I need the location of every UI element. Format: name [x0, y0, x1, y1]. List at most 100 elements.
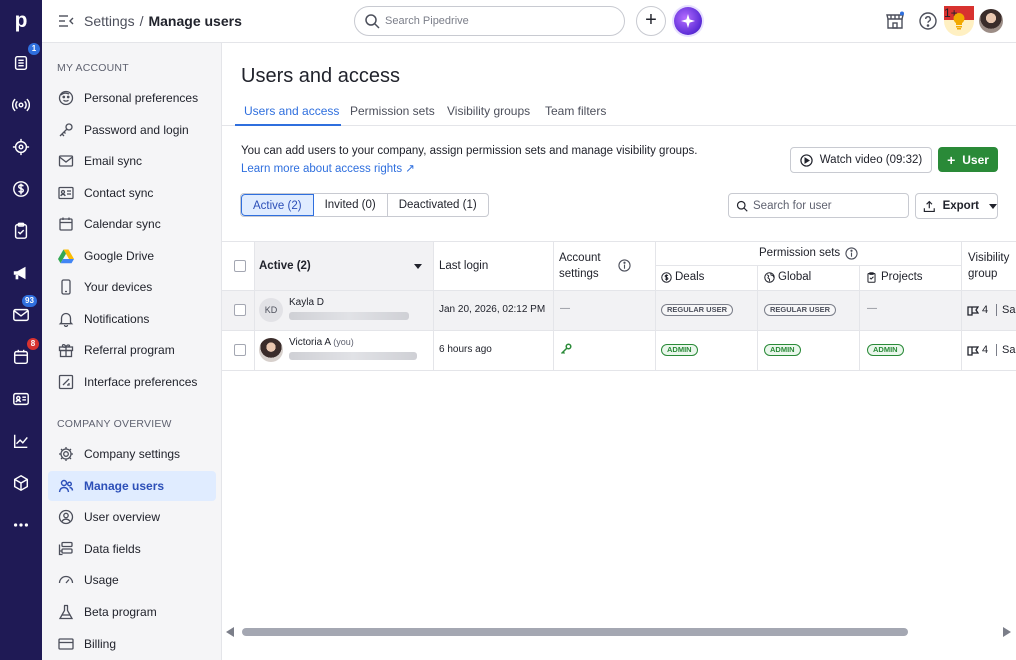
gift-icon [58, 343, 74, 358]
mail-badge: 93 [22, 295, 37, 307]
calendar-icon[interactable] [11, 347, 31, 367]
contacts-card-icon[interactable] [11, 389, 31, 409]
col-header-active[interactable]: Active (2) [259, 260, 311, 272]
permission-badge-projects: ADMIN [867, 344, 904, 356]
sidebar-item-password-and-login[interactable]: Password and login [48, 115, 216, 145]
scroll-left-arrow-icon[interactable] [226, 627, 234, 637]
sidebar-item-company-settings[interactable]: Company settings [48, 439, 216, 469]
watch-video-button[interactable]: Watch video (09:32) [790, 147, 932, 173]
account-settings-empty: — [560, 303, 570, 314]
quick-add-button[interactable]: + [636, 6, 666, 36]
sidebar-item-calendar-sync[interactable]: Calendar sync [48, 209, 216, 239]
visibility-level: 4 [982, 304, 989, 316]
credit-card-icon [58, 638, 74, 650]
scroll-right-arrow-icon[interactable] [1003, 627, 1011, 637]
col-header-last-login[interactable]: Last login [439, 260, 488, 272]
products-box-icon[interactable] [11, 473, 31, 493]
scrollbar-thumb[interactable] [242, 628, 908, 636]
activity-radar-icon[interactable] [11, 95, 31, 115]
search-placeholder: Search Pipedrive [385, 15, 469, 27]
leads-inbox-icon[interactable] [11, 53, 31, 73]
user-name-cell[interactable]: Victoria A (you) [289, 337, 354, 348]
face-icon [58, 90, 74, 106]
sidebar-item-label: Company settings [84, 447, 181, 461]
gear-icon [59, 447, 73, 461]
sidebar-item-beta-program[interactable]: Beta program [48, 597, 216, 627]
user-name: Victoria A [289, 337, 331, 348]
info-icon[interactable] [845, 247, 858, 260]
redacted-email [289, 352, 417, 360]
col-header-visibility-line2: group [968, 268, 998, 280]
sidebar-item-label: Notifications [84, 312, 150, 326]
bell-icon [58, 312, 74, 327]
info-icon[interactable] [618, 259, 631, 272]
company-overview-heading: COMPANY OVERVIEW [57, 418, 172, 430]
calendar-icon [59, 217, 73, 231]
sidebar-item-contact-sync[interactable]: Contact sync [48, 178, 216, 208]
row-checkbox[interactable] [234, 344, 246, 356]
key-icon [59, 123, 73, 137]
sidebar-item-referral-program[interactable]: Referral program [48, 335, 216, 365]
watch-video-label: Watch video (09:32) [819, 154, 923, 166]
marketplace-store-icon[interactable] [885, 11, 905, 31]
sidebar-item-manage-users[interactable]: Manage users [48, 471, 216, 501]
sidebar-item-billing[interactable]: Billing [48, 629, 216, 659]
sidebar-item-label: Contact sync [84, 186, 154, 200]
sidebar-item-label: Interface preferences [84, 375, 198, 389]
select-all-checkbox[interactable] [234, 260, 246, 272]
sort-dropdown-icon[interactable] [414, 264, 422, 269]
user-circle-icon [58, 509, 74, 525]
sidebar-item-personal-preferences[interactable]: Personal preferences [48, 83, 216, 113]
chevron-down-icon [989, 203, 997, 209]
sidebar-item-data-fields[interactable]: Data fields [48, 534, 216, 564]
tab-team-filters[interactable]: Team filters [545, 104, 606, 118]
sidebar-item-user-overview[interactable]: User overview [48, 502, 216, 532]
tab-users-and-access[interactable]: Users and access [244, 104, 339, 118]
play-icon [800, 153, 813, 167]
pipedrive-logo[interactable]: p [0, 6, 42, 36]
sidebar-item-your-devices[interactable]: Your devices [48, 272, 216, 302]
ai-assistant-button[interactable] [674, 7, 702, 35]
deals-dollar-icon[interactable] [11, 179, 31, 199]
visibility-group-name: Sa [1002, 344, 1016, 356]
sidebar-item-label: Calendar sync [84, 217, 161, 231]
sidebar-item-interface-preferences[interactable]: Interface preferences [48, 367, 216, 397]
sidebar-item-usage[interactable]: Usage [48, 565, 216, 595]
export-button[interactable]: Export [915, 193, 998, 219]
user-search-input[interactable]: Search for user [728, 193, 909, 218]
help-icon[interactable] [918, 11, 938, 31]
more-icon[interactable] [11, 515, 31, 535]
contact-card-icon [58, 186, 74, 200]
campaigns-megaphone-icon[interactable] [11, 263, 31, 283]
add-user-button[interactable]: + User [938, 147, 998, 172]
breadcrumb-settings[interactable]: Settings [84, 13, 135, 29]
filter-deactivated[interactable]: Deactivated (1) [388, 194, 488, 216]
tasks-clipboard-icon[interactable] [11, 221, 31, 241]
horizontal-scrollbar[interactable] [222, 620, 1016, 644]
collapse-menu-icon[interactable] [58, 13, 74, 29]
sidebar-item-google-drive[interactable]: Google Drive [48, 241, 216, 271]
user-name[interactable]: Kayla D [289, 297, 324, 308]
leads-badge: 1 [28, 43, 40, 55]
row-checkbox[interactable] [234, 304, 246, 316]
lightbulb-icon [953, 13, 965, 30]
mail-icon[interactable] [11, 305, 31, 325]
breadcrumb: Settings / Manage users [84, 13, 242, 29]
permission-badge-global: ADMIN [764, 344, 801, 356]
tab-permission-sets[interactable]: Permission sets [350, 104, 435, 118]
learn-more-link[interactable]: Learn more about access rights ↗ [241, 161, 415, 175]
users-table: Active (2) Last login Account settings P… [222, 241, 1016, 371]
global-search-input[interactable]: Search Pipedrive [354, 6, 625, 36]
tab-visibility-groups[interactable]: Visibility groups [447, 104, 530, 118]
sidebar-item-email-sync[interactable]: Email sync [48, 146, 216, 176]
insights-chart-icon[interactable] [11, 431, 31, 451]
key-icon[interactable] [560, 343, 572, 355]
description-text: You can add users to your company, assig… [241, 145, 698, 157]
user-avatar[interactable] [979, 9, 1003, 33]
target-icon[interactable] [11, 137, 31, 157]
tips-bulb-button[interactable]: 1+ [944, 6, 974, 36]
filter-invited[interactable]: Invited (0) [314, 194, 388, 216]
sidebar-item-notifications[interactable]: Notifications [48, 304, 216, 334]
sidebar-item-label: Google Drive [84, 249, 155, 263]
filter-active[interactable]: Active (2) [241, 194, 314, 216]
